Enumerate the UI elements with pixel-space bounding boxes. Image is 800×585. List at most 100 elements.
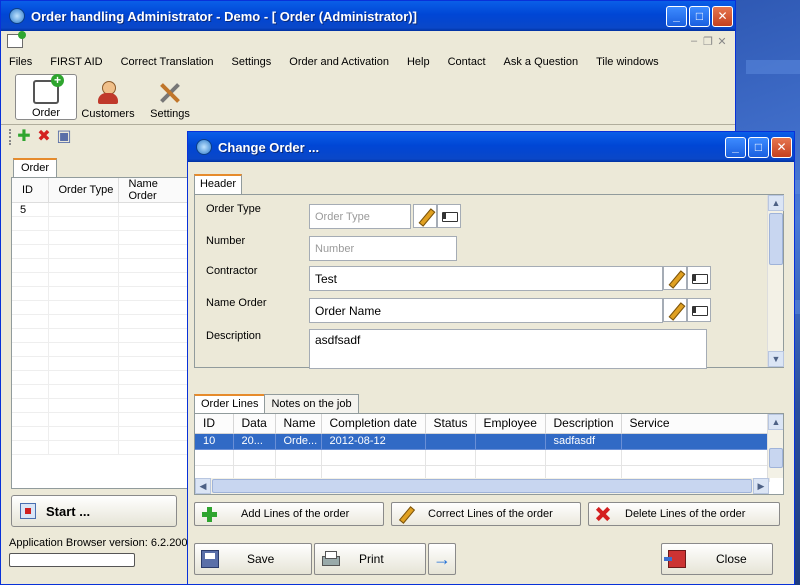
number-label: Number: [206, 235, 246, 247]
table-row: [12, 272, 188, 287]
toolbar-customers-button[interactable]: Customers: [77, 74, 139, 120]
main-titlebar[interactable]: Order handling Administrator - Demo - [ …: [1, 1, 735, 31]
menu-help[interactable]: Help: [407, 56, 430, 68]
name-order-edit-icon[interactable]: [663, 298, 687, 322]
toolbar-order-label: Order: [31, 107, 61, 119]
scroll-thumb[interactable]: [769, 448, 783, 468]
menu-ask-question[interactable]: Ask a Question: [504, 56, 579, 68]
col-description[interactable]: Description: [545, 414, 622, 434]
save-icon[interactable]: ▣: [56, 129, 72, 145]
save-button[interactable]: Save: [194, 543, 312, 575]
order-grid-panel: ID Order Type Name Order 5: [11, 177, 189, 489]
menu-tile-windows[interactable]: Tile windows: [596, 56, 659, 68]
order-type-field[interactable]: Order Type: [309, 204, 411, 229]
close-button[interactable]: ✕: [712, 5, 733, 27]
close-label: Close: [716, 552, 747, 566]
print-button[interactable]: Print: [314, 543, 426, 575]
progress-bar: [9, 553, 135, 567]
start-button[interactable]: Start ...: [11, 495, 177, 527]
table-row: [12, 314, 188, 329]
mdi-strip: – ❐ ✕: [1, 31, 735, 51]
dialog-close-button[interactable]: ✕: [771, 136, 792, 158]
col-id[interactable]: ID: [195, 414, 234, 434]
mdi-restore-icon[interactable]: ❐: [701, 35, 715, 48]
col-name-order[interactable]: Name Order: [118, 178, 188, 203]
cell-completion-date: 2012-08-12: [321, 433, 426, 450]
tab-header[interactable]: Header: [194, 174, 242, 195]
contractor-edit-icon[interactable]: [663, 266, 687, 290]
correct-lines-button[interactable]: Correct Lines of the order: [391, 502, 581, 526]
cell-id: 10: [195, 433, 234, 450]
delete-lines-button[interactable]: Delete Lines of the order: [588, 502, 780, 526]
main-toolbar: Order Customers Settings: [1, 73, 735, 125]
col-data[interactable]: Data: [233, 414, 276, 434]
maximize-button[interactable]: □: [689, 5, 710, 27]
toolbar-order-button[interactable]: Order: [15, 74, 77, 120]
tab-order-lines[interactable]: Order Lines: [194, 394, 266, 415]
minimize-button[interactable]: _: [666, 5, 687, 27]
scroll-down-icon[interactable]: ▼: [768, 351, 784, 367]
add-icon[interactable]: ✚: [16, 129, 32, 145]
col-id[interactable]: ID: [12, 178, 49, 203]
menu-order-activation[interactable]: Order and Activation: [289, 56, 389, 68]
table-row: [12, 412, 188, 427]
order-grid-header: ID Order Type Name Order: [12, 178, 188, 203]
cell-name: Orde...: [275, 433, 322, 450]
scroll-right-icon[interactable]: ▶: [753, 478, 769, 494]
table-row[interactable]: 10 20... Orde... 2012-08-12 sadfasdf: [195, 433, 770, 450]
close-dialog-button[interactable]: Close: [661, 543, 773, 575]
table-row: [12, 356, 188, 371]
menu-files[interactable]: Files: [9, 56, 32, 68]
add-lines-button[interactable]: Add Lines of the order: [194, 502, 384, 526]
col-status[interactable]: Status: [425, 414, 476, 434]
customers-icon: [95, 81, 121, 105]
description-field[interactable]: asdfsadf: [309, 329, 707, 369]
header-scrollbar[interactable]: ▲ ▼: [767, 195, 784, 367]
tab-order[interactable]: Order: [13, 158, 57, 178]
contractor-label: Contractor: [206, 265, 258, 277]
dialog-maximize-button[interactable]: □: [748, 136, 769, 158]
scroll-up-icon[interactable]: ▲: [768, 414, 783, 430]
order-type-edit-icon[interactable]: [413, 204, 437, 228]
print-label: Print: [359, 552, 384, 566]
delete-icon[interactable]: ✖: [36, 129, 52, 145]
toolbar-grip[interactable]: [9, 129, 12, 145]
cell-data: 20...: [233, 433, 276, 450]
table-row[interactable]: 5: [12, 202, 188, 217]
col-name[interactable]: Name: [275, 414, 322, 434]
order-type-toggle-icon[interactable]: [437, 204, 461, 228]
number-field[interactable]: Number: [309, 236, 457, 261]
contractor-toggle-icon[interactable]: [687, 266, 711, 290]
col-completion-date[interactable]: Completion date: [321, 414, 426, 434]
toolbar-settings-button[interactable]: Settings: [139, 74, 201, 120]
name-order-toggle-icon[interactable]: [687, 298, 711, 322]
mdi-close-icon[interactable]: ✕: [715, 35, 729, 48]
scroll-thumb[interactable]: [769, 213, 783, 265]
col-employee[interactable]: Employee: [475, 414, 546, 434]
menu-contact[interactable]: Contact: [448, 56, 486, 68]
contractor-field[interactable]: Test: [309, 266, 663, 291]
toolbar-settings-label: Settings: [150, 108, 190, 120]
main-window-title: Order handling Administrator - Demo - [ …: [31, 8, 417, 24]
menu-settings[interactable]: Settings: [232, 56, 272, 68]
mdi-child-icon[interactable]: [7, 31, 26, 48]
col-order-type[interactable]: Order Type: [48, 178, 119, 203]
cell-description: sadfasdf: [545, 433, 622, 450]
scroll-left-icon[interactable]: ◀: [195, 478, 211, 494]
dialog-titlebar[interactable]: Change Order ... _ □ ✕: [188, 132, 794, 162]
next-arrow-button[interactable]: →: [428, 543, 456, 575]
menu-correct-translation[interactable]: Correct Translation: [121, 56, 214, 68]
scroll-up-icon[interactable]: ▲: [768, 195, 784, 211]
delete-icon: [595, 506, 611, 522]
name-order-field[interactable]: Order Name: [309, 298, 663, 323]
order-lines-panel: ID Data Name Completion date Status Empl…: [194, 413, 784, 495]
lines-vscrollbar[interactable]: ▲: [767, 414, 783, 478]
tab-notes-on-job[interactable]: Notes on the job: [264, 394, 359, 414]
dialog-minimize-button[interactable]: _: [725, 136, 746, 158]
menu-first-aid[interactable]: FIRST AID: [50, 56, 102, 68]
hscroll-thumb[interactable]: [212, 479, 752, 493]
lines-hscrollbar[interactable]: ◀ ▶: [195, 478, 769, 494]
mdi-minimize-icon[interactable]: –: [687, 35, 701, 47]
add-lines-label: Add Lines of the order: [241, 508, 350, 520]
col-service[interactable]: Service: [621, 414, 770, 434]
